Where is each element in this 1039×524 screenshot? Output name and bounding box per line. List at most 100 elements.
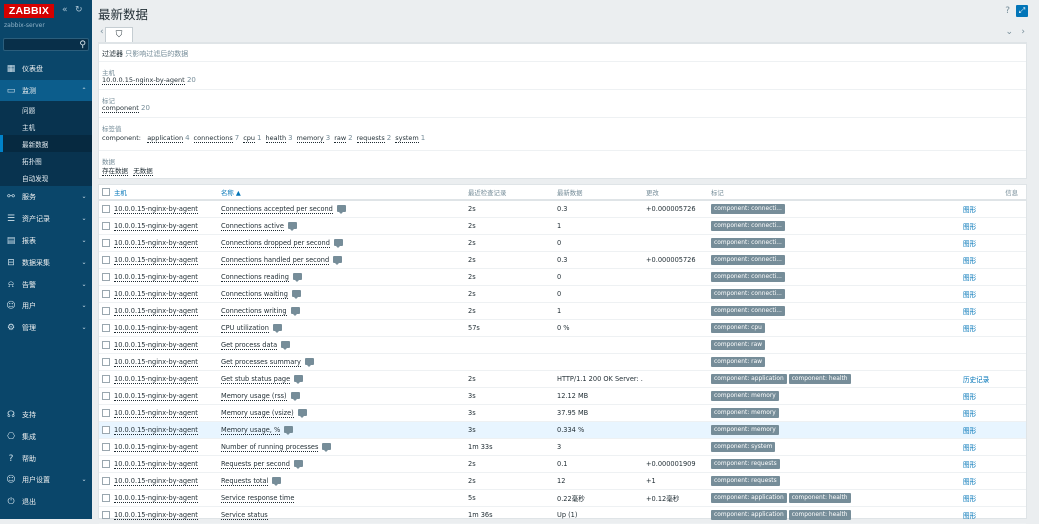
zabbix-logo[interactable]: ZABBIX — [4, 4, 54, 18]
description-icon[interactable] — [290, 392, 300, 401]
filter-data-with[interactable]: 存在数据 — [102, 167, 128, 176]
host-link[interactable]: 10.0.0.15-nginx-by-agent — [114, 510, 198, 520]
tag-badge[interactable]: component: requests — [711, 475, 780, 486]
description-icon[interactable] — [272, 477, 282, 486]
description-icon[interactable] — [304, 358, 314, 367]
row-checkbox[interactable] — [102, 255, 110, 264]
graph-link[interactable]: 图形 — [963, 427, 976, 435]
item-name-link[interactable]: Memory usage, % — [221, 425, 281, 435]
filter-tag-value[interactable]: component — [102, 104, 139, 113]
tag-badge[interactable]: component: connecti... — [711, 220, 785, 231]
description-icon[interactable] — [333, 256, 343, 265]
chevron-left-icon[interactable]: ‹ — [100, 27, 104, 37]
row-checkbox[interactable] — [102, 238, 110, 247]
graph-link[interactable]: 图形 — [963, 240, 976, 248]
item-name-link[interactable]: Connections accepted per second — [221, 204, 333, 214]
item-name-link[interactable]: Number of running processes — [221, 442, 319, 452]
tag-badge[interactable]: component: memory — [711, 407, 779, 418]
item-name-link[interactable]: Get stub status page — [221, 374, 291, 384]
row-checkbox[interactable] — [102, 493, 110, 502]
nav-item-monitor[interactable]: ▭ 监测 ⌃ — [0, 80, 92, 101]
description-icon[interactable] — [333, 239, 343, 248]
tag-badge[interactable]: component: cpu — [711, 322, 765, 333]
graph-link[interactable]: 图形 — [963, 461, 976, 469]
item-name-link[interactable]: Connections waiting — [221, 289, 288, 299]
graph-link[interactable]: 图形 — [963, 393, 976, 401]
graph-link[interactable]: 图形 — [963, 257, 976, 265]
row-checkbox[interactable] — [102, 425, 110, 434]
description-icon[interactable] — [287, 222, 297, 231]
host-link[interactable]: 10.0.0.15-nginx-by-agent — [114, 221, 198, 231]
host-link[interactable]: 10.0.0.15-nginx-by-agent — [114, 476, 198, 486]
tag-badge[interactable]: component: connecti... — [711, 254, 785, 265]
host-link[interactable]: 10.0.0.15-nginx-by-agent — [114, 493, 198, 503]
item-name-link[interactable]: Memory usage (vsize) — [221, 408, 294, 418]
nav-item-admin[interactable]: ⚙ 管理 ⌄ — [0, 317, 92, 338]
graph-link[interactable]: 图形 — [963, 325, 976, 333]
item-name-link[interactable]: Requests total — [221, 476, 269, 486]
nav-item-users[interactable]: ☺ 用户 ⌄ — [0, 295, 92, 316]
description-icon[interactable] — [272, 324, 282, 333]
tagval-connections[interactable]: connections — [193, 134, 233, 143]
row-checkbox[interactable] — [102, 357, 110, 366]
tag-badge[interactable]: component: application — [711, 492, 787, 503]
description-icon[interactable] — [291, 290, 301, 299]
tag-badge[interactable]: component: health — [788, 509, 851, 520]
graph-link[interactable]: 图形 — [963, 495, 976, 503]
host-link[interactable]: 10.0.0.15-nginx-by-agent — [114, 306, 198, 316]
subnav-item-0[interactable]: 问题 — [0, 101, 92, 118]
graph-link[interactable]: 图形 — [963, 444, 976, 452]
subnav-item-3[interactable]: 拓扑图 — [0, 152, 92, 169]
host-link[interactable]: 10.0.0.15-nginx-by-agent — [114, 391, 198, 401]
tagval-raw[interactable]: raw — [334, 134, 347, 143]
row-checkbox[interactable] — [102, 204, 110, 213]
row-checkbox[interactable] — [102, 306, 110, 315]
nav-item-alerts[interactable]: ⍾ 告警 ⌄ — [0, 274, 92, 295]
item-name-link[interactable]: Service status — [221, 510, 268, 520]
chevron-right-icon[interactable]: › — [1021, 27, 1025, 37]
description-icon[interactable] — [284, 426, 294, 435]
description-icon[interactable] — [297, 409, 307, 418]
host-link[interactable]: 10.0.0.15-nginx-by-agent — [114, 238, 198, 248]
tag-badge[interactable]: component: system — [711, 441, 776, 452]
sidebar-search-input[interactable]: ⚲ — [3, 38, 89, 51]
kiosk-toggle-icon[interactable]: ↻ — [75, 5, 83, 15]
item-name-link[interactable]: Connections handled per second — [221, 255, 330, 265]
tagval-system[interactable]: system — [395, 134, 419, 143]
tag-badge[interactable]: component: application — [711, 373, 787, 384]
row-checkbox[interactable] — [102, 459, 110, 468]
tagval-application[interactable]: application — [147, 134, 184, 143]
host-link[interactable]: 10.0.0.15-nginx-by-agent — [114, 408, 198, 418]
item-name-link[interactable]: CPU utilization — [221, 323, 269, 333]
row-checkbox[interactable] — [102, 391, 110, 400]
fullscreen-icon[interactable]: ⤢ — [1016, 5, 1028, 17]
host-link[interactable]: 10.0.0.15-nginx-by-agent — [114, 204, 198, 214]
chevron-down-icon[interactable]: ⌄ — [1005, 27, 1013, 37]
host-link[interactable]: 10.0.0.15-nginx-by-agent — [114, 340, 198, 350]
bottom-nav-logout[interactable]: ⏻ 退出 — [0, 491, 92, 512]
graph-link[interactable]: 图形 — [963, 274, 976, 282]
filter-host-value[interactable]: 10.0.0.15-nginx-by-agent — [102, 76, 185, 85]
nav-item-data-collection[interactable]: ⊟ 数据采集 ⌄ — [0, 252, 92, 273]
nav-item-dashboard[interactable]: ▦ 仪表盘 — [0, 58, 92, 79]
host-link[interactable]: 10.0.0.15-nginx-by-agent — [114, 357, 198, 367]
host-link[interactable]: 10.0.0.15-nginx-by-agent — [114, 323, 198, 333]
row-checkbox[interactable] — [102, 221, 110, 230]
tag-badge[interactable]: component: connecti... — [711, 271, 785, 282]
graph-link[interactable]: 图形 — [963, 206, 976, 214]
tagval-cpu[interactable]: cpu — [243, 134, 256, 143]
bottom-nav-user-settings[interactable]: ☺ 用户设置 ⌄ — [0, 469, 92, 490]
row-checkbox[interactable] — [102, 323, 110, 332]
filter-tab[interactable]: ⛉ — [105, 27, 133, 42]
row-checkbox[interactable] — [102, 340, 110, 349]
item-name-link[interactable]: Requests per second — [221, 459, 290, 469]
description-icon[interactable] — [290, 307, 300, 316]
select-all-checkbox[interactable] — [102, 188, 110, 196]
tagval-memory[interactable]: memory — [296, 134, 324, 143]
graph-link[interactable]: 历史记录 — [963, 376, 989, 384]
help-icon[interactable]: ? — [1005, 6, 1010, 16]
description-icon[interactable] — [294, 375, 304, 384]
description-icon[interactable] — [281, 341, 291, 350]
nav-item-services[interactable]: ⚯ 服务 ⌄ — [0, 186, 92, 207]
bottom-nav-integrations[interactable]: ⎔ 集成 — [0, 426, 92, 447]
